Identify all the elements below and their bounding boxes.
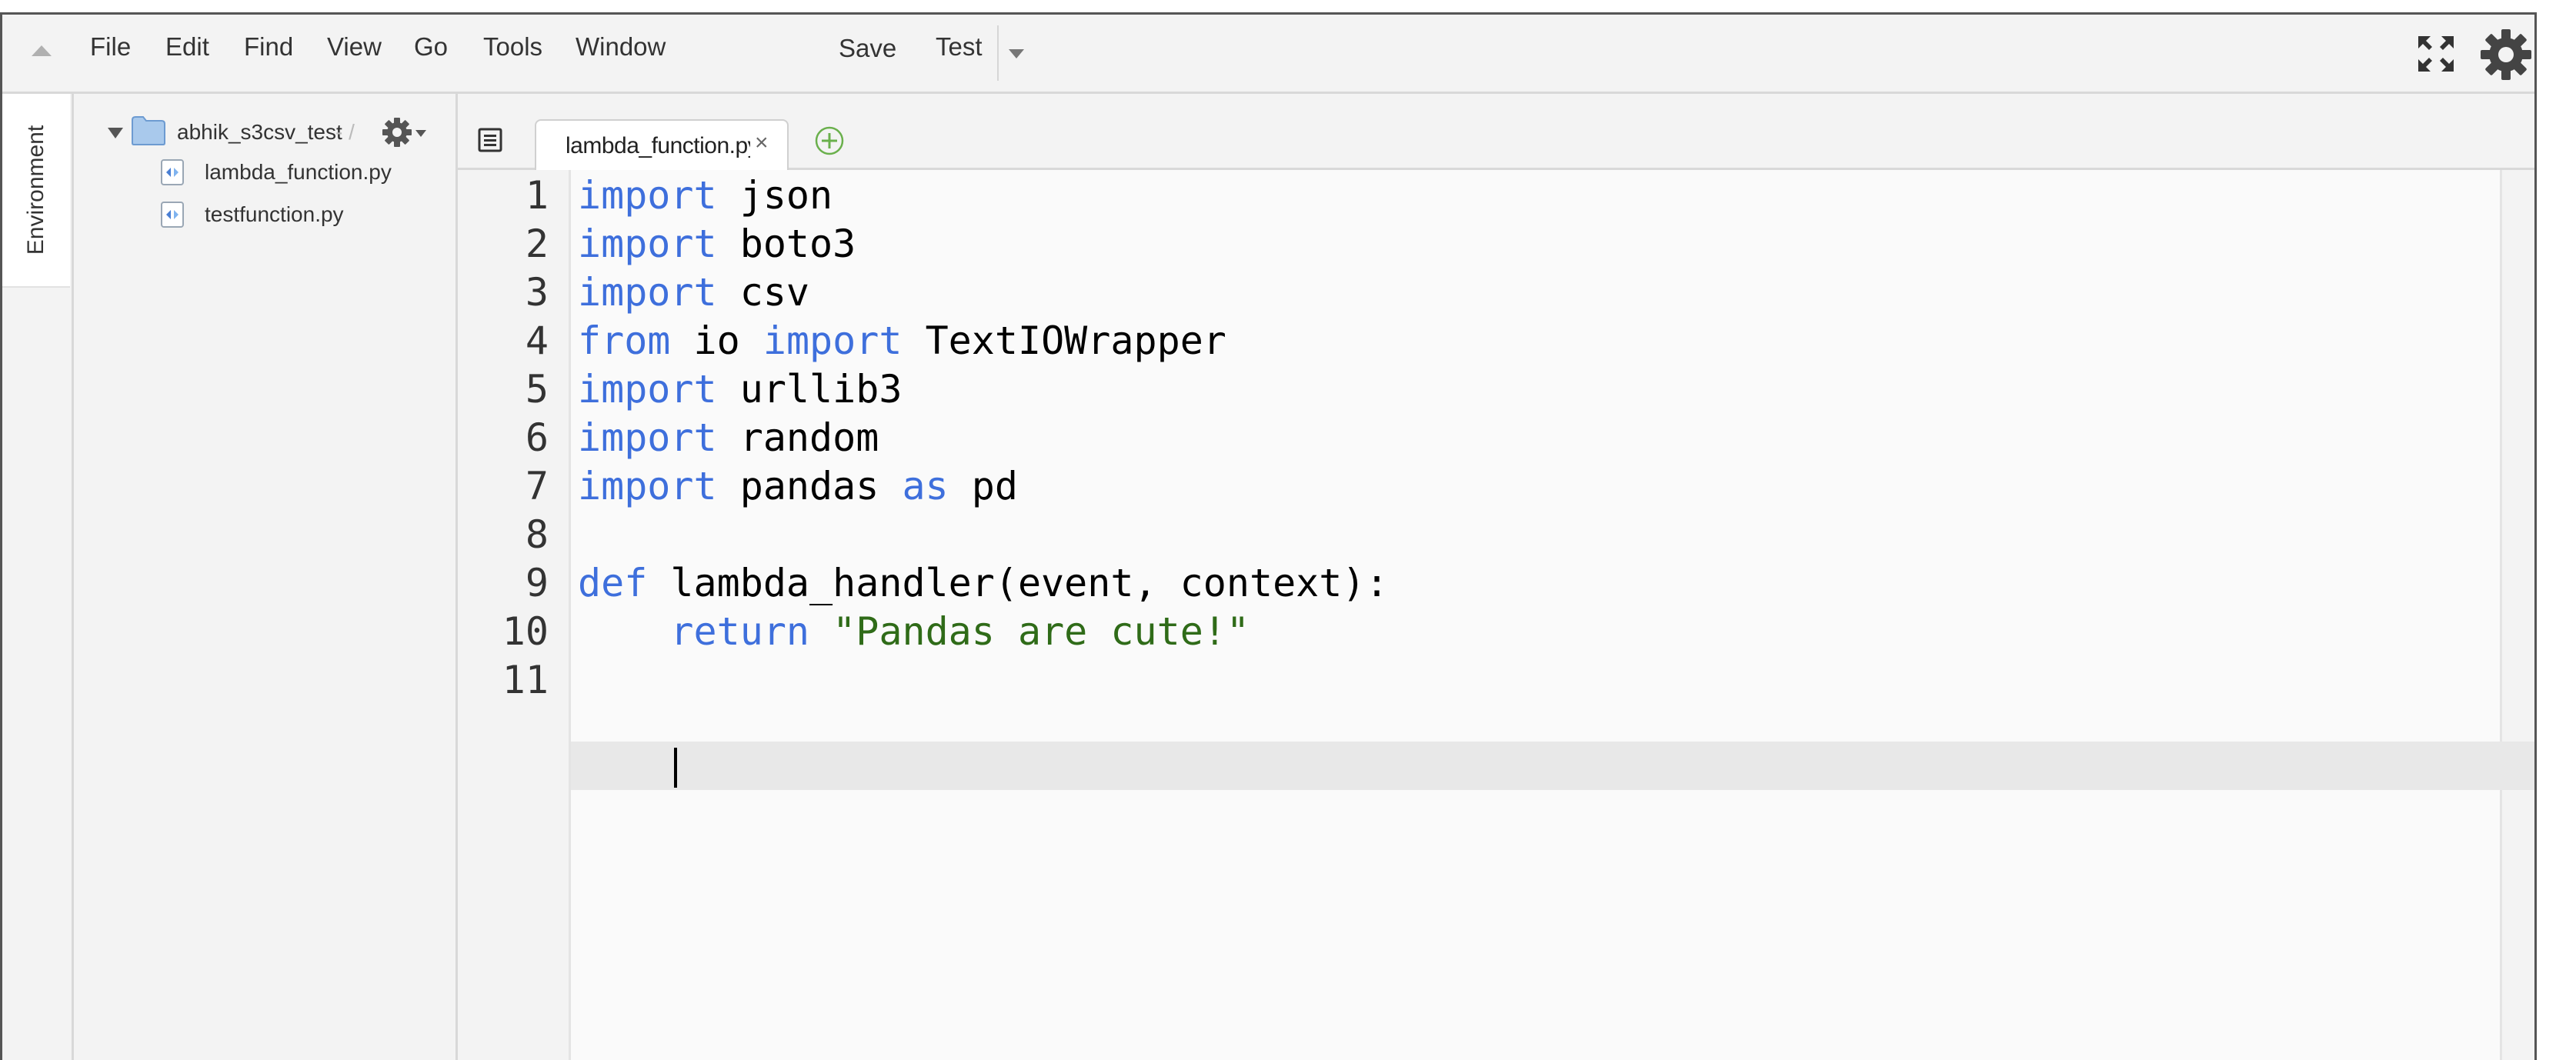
code-line[interactable]: import pandas as pd: [578, 462, 1018, 511]
code-line[interactable]: import json: [578, 172, 833, 220]
gear-icon[interactable]: [2480, 28, 2532, 81]
line-number: 5: [525, 367, 549, 412]
menu-tools[interactable]: Tools: [483, 32, 542, 62]
keyword-token: import: [578, 367, 717, 412]
fullscreen-icon[interactable]: [2417, 35, 2455, 73]
menu-go[interactable]: Go: [414, 32, 448, 62]
keyword-token: from: [578, 318, 671, 363]
menu-bar: File Edit Find View Go Tools Window Save…: [2, 15, 2534, 94]
tab-label: lambda_function.py: [566, 133, 750, 158]
code-token: TextIOWrapper: [902, 318, 1226, 363]
line-number: 11: [502, 658, 549, 702]
save-button[interactable]: Save: [839, 33, 896, 64]
folder-name[interactable]: abhik_s3csv_test: [177, 120, 342, 145]
editor-area: lambda_function.py × 1 2 3 4 5 6 7 8 9 10 11 impor…: [458, 94, 2534, 1060]
code-line[interactable]: import boto3: [578, 220, 856, 268]
file-item-testfunction[interactable]: testfunction.py: [205, 202, 344, 227]
code-line[interactable]: from io import TextIOWrapper: [578, 317, 1226, 365]
test-button[interactable]: Test: [936, 32, 983, 62]
code-token: boto3: [716, 222, 856, 266]
python-file-icon: [161, 202, 184, 228]
collapse-arrow-icon[interactable]: [32, 45, 52, 56]
active-line-highlight: [458, 742, 2534, 790]
file-item-lambda-function[interactable]: lambda_function.py: [205, 160, 392, 185]
text-cursor: [674, 748, 677, 788]
divider: [997, 25, 999, 81]
close-icon[interactable]: ×: [755, 130, 769, 156]
file-tree: abhik_s3csv_test - / lambda_function.py …: [74, 94, 458, 1060]
chevron-down-icon[interactable]: [415, 130, 426, 137]
line-number: 3: [525, 270, 549, 315]
line-number: 4: [525, 318, 549, 363]
code-token: csv: [716, 270, 810, 315]
keyword-token: import: [578, 173, 717, 218]
keyword-token: def: [578, 561, 648, 605]
add-tab-icon[interactable]: [813, 125, 846, 157]
environment-tab[interactable]: Environment: [2, 94, 70, 288]
keyword-token: as: [902, 464, 949, 508]
line-number: 10: [502, 609, 549, 654]
keyword-token: import: [578, 464, 717, 508]
folder-path-suffix: - /: [335, 120, 355, 144]
code-line[interactable]: import urllib3: [578, 365, 902, 414]
line-number: 6: [525, 415, 549, 460]
tab-list-icon[interactable]: [476, 126, 504, 154]
menu-edit[interactable]: Edit: [165, 32, 209, 62]
code-token: pd: [948, 464, 1018, 508]
menu-view[interactable]: View: [327, 32, 382, 62]
menu-window[interactable]: Window: [576, 32, 666, 62]
keyword-token: import: [578, 222, 717, 266]
code-editor[interactable]: 1 2 3 4 5 6 7 8 9 10 11 import json import boto3 imp…: [458, 170, 2534, 1060]
line-number: 9: [525, 561, 549, 605]
code-line[interactable]: import random: [578, 414, 879, 462]
code-token: pandas: [716, 464, 903, 508]
line-number: 1: [525, 173, 549, 218]
tab-bar: lambda_function.py ×: [458, 94, 2534, 170]
keyword-token: return: [670, 609, 810, 654]
line-number: 7: [525, 464, 549, 508]
menu-file[interactable]: File: [90, 32, 131, 62]
code-line[interactable]: return "Pandas are cute!": [578, 608, 1250, 656]
left-rail: Environment: [2, 94, 74, 1060]
code-token: random: [716, 415, 879, 460]
string-token: "Pandas are cute!": [833, 609, 1250, 654]
line-gutter: 1 2 3 4 5 6 7 8 9 10 11: [458, 170, 571, 1060]
code-token: json: [716, 173, 833, 218]
code-line[interactable]: [578, 656, 670, 705]
gear-icon[interactable]: [382, 117, 412, 148]
code-token: lambda_handler(event, context):: [647, 561, 1389, 605]
keyword-token: import: [578, 415, 717, 460]
chevron-down-icon[interactable]: [108, 128, 123, 138]
keyword-token: import: [578, 270, 717, 315]
ide-window: File Edit Find View Go Tools Window Save…: [0, 12, 2537, 1060]
code-token: urllib3: [716, 367, 903, 412]
menu-find[interactable]: Find: [244, 32, 293, 62]
code-line[interactable]: def lambda_handler(event, context):: [578, 559, 1389, 608]
code-line[interactable]: import csv: [578, 268, 809, 317]
line-number: 2: [525, 222, 549, 266]
line-number: 8: [525, 512, 549, 557]
keyword-token: import: [762, 318, 903, 363]
folder-icon: [132, 116, 165, 145]
code-token: io: [670, 318, 763, 363]
python-file-icon: [161, 159, 184, 185]
tab-lambda-function[interactable]: lambda_function.py ×: [535, 119, 789, 170]
chevron-down-icon[interactable]: [1009, 49, 1024, 58]
environment-label: Environment: [23, 125, 48, 255]
